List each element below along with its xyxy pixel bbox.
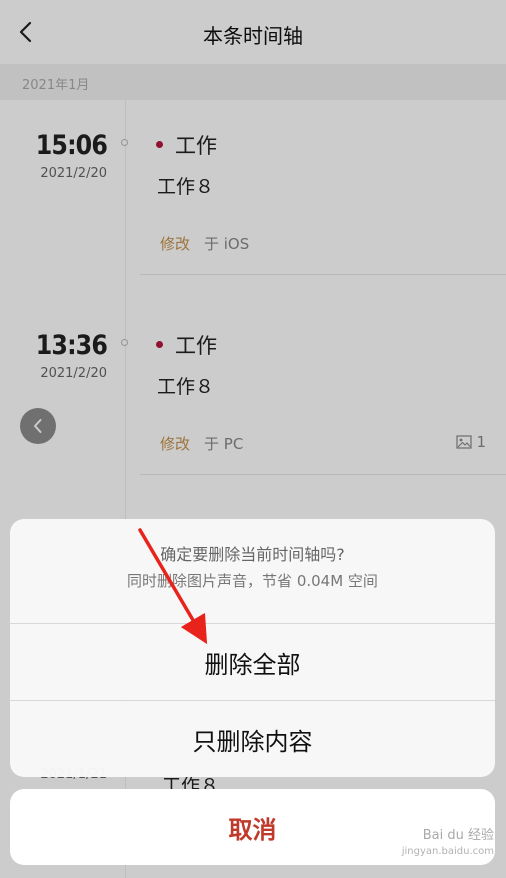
action-sheet: 确定要删除当前时间轴吗? 同时删除图片声音，节省 0.04M 空间 删除全部 只… — [10, 519, 495, 777]
delete-content-only-button[interactable]: 只删除内容 — [10, 700, 495, 777]
watermark-url: jingyan.baidu.com — [401, 846, 494, 857]
action-sheet-title: 确定要删除当前时间轴吗? — [160, 545, 345, 564]
watermark: Bai du 经验 jingyan.baidu.com — [402, 828, 494, 860]
action-sheet-header: 确定要删除当前时间轴吗? 同时删除图片声音，节省 0.04M 空间 — [10, 519, 495, 623]
action-sheet-subtitle: 同时删除图片声音，节省 0.04M 空间 — [127, 572, 378, 590]
delete-all-button[interactable]: 删除全部 — [10, 623, 495, 700]
watermark-brand: Bai du 经验 — [422, 828, 494, 843]
